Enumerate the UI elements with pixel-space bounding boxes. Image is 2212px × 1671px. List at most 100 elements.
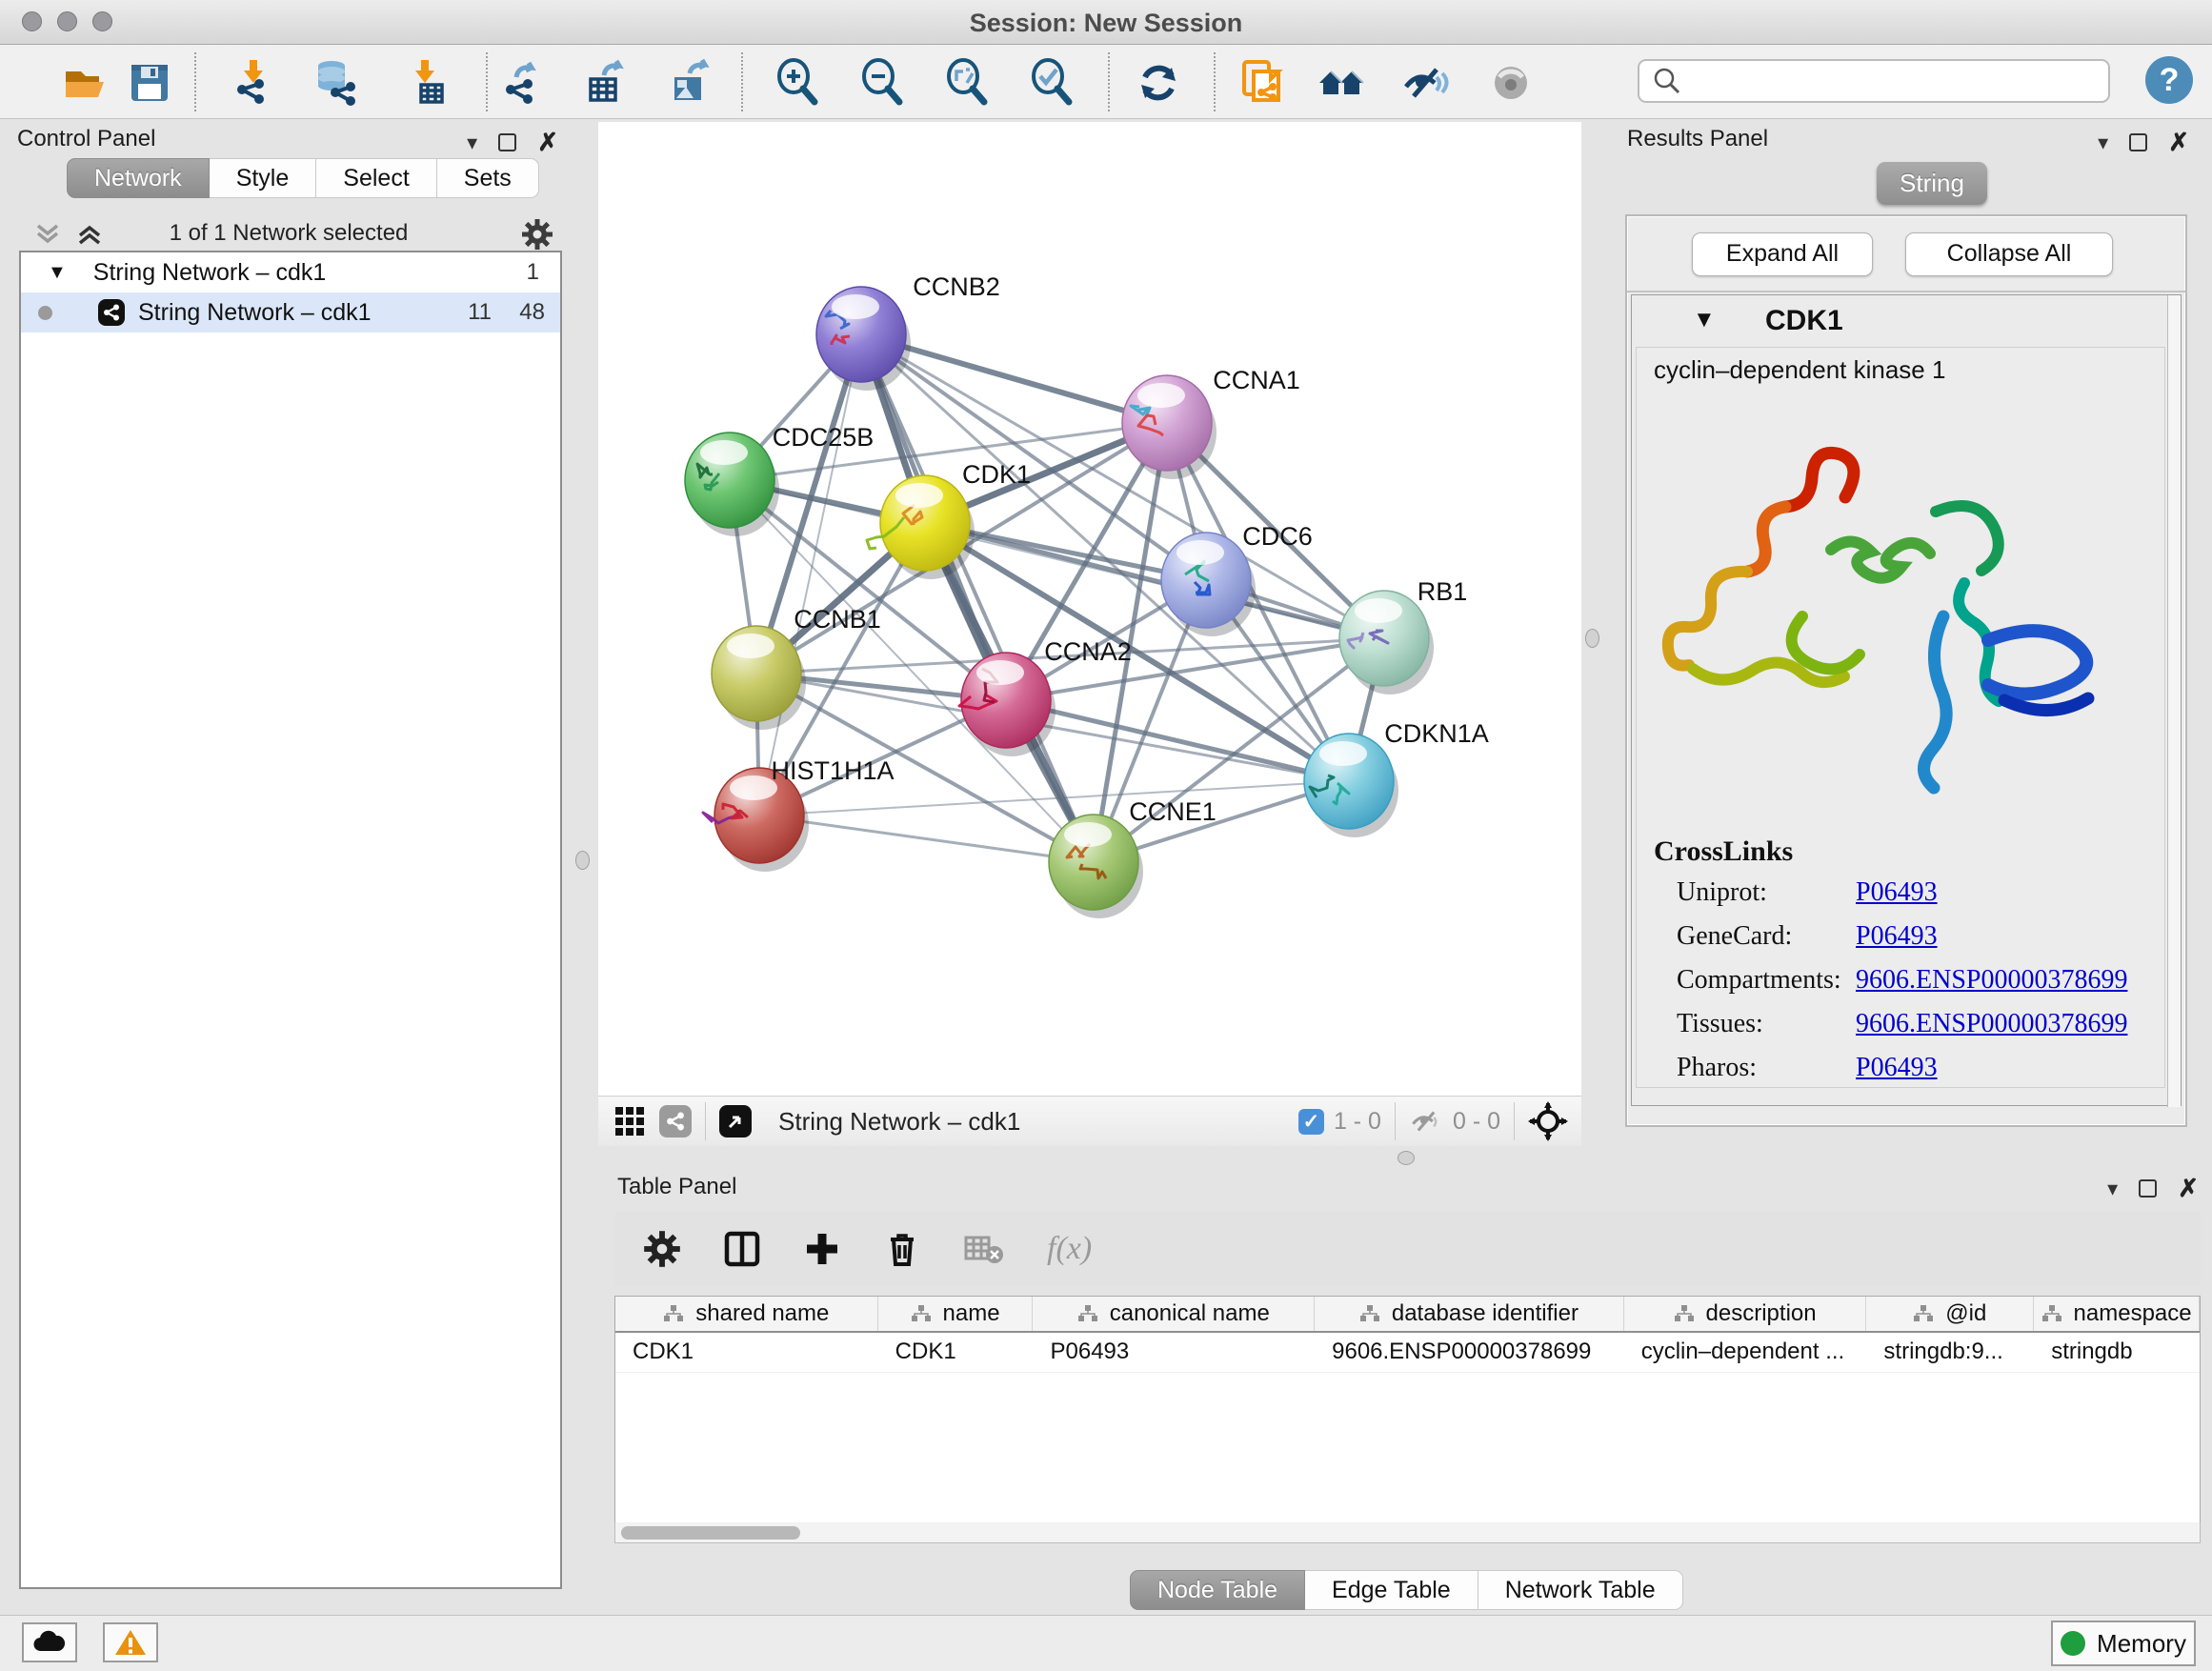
center-view-crosshair-icon[interactable] bbox=[1528, 1101, 1568, 1141]
delete-table-icon[interactable] bbox=[963, 1232, 1005, 1266]
birds-eye-view-icon[interactable] bbox=[719, 1105, 752, 1137]
table-cell[interactable]: stringdb bbox=[2034, 1333, 2200, 1372]
network-graph[interactable]: CCNB2CCNA1CDC25BCDK1CDC6RB1CCNB1CCNA2CDK… bbox=[598, 122, 1581, 1096]
import-network-icon[interactable] bbox=[229, 58, 278, 108]
network-edge-HIST1H1A-CCNE1[interactable] bbox=[759, 815, 1094, 862]
panel-float-icon[interactable] bbox=[2139, 1179, 2157, 1198]
import-table-icon[interactable] bbox=[400, 58, 450, 108]
crosslink-link[interactable]: P06493 bbox=[1856, 1053, 1938, 1083]
panel-close-icon[interactable]: ✗ bbox=[2168, 128, 2189, 157]
table-cell[interactable]: stringdb:9... bbox=[1866, 1333, 2034, 1372]
network-options-gear-icon[interactable] bbox=[521, 218, 553, 251]
bottom-splitter-handle[interactable] bbox=[1398, 1151, 1415, 1165]
right-splitter-handle[interactable] bbox=[1585, 629, 1599, 648]
export-table-icon[interactable] bbox=[583, 58, 633, 108]
export-image-icon[interactable] bbox=[667, 58, 716, 108]
column-header-@id[interactable]: @id bbox=[1866, 1297, 2034, 1331]
network-row-selected[interactable]: String Network – cdk1 11 48 bbox=[21, 292, 560, 332]
refresh-icon[interactable] bbox=[1134, 58, 1183, 108]
add-column-icon[interactable] bbox=[803, 1230, 841, 1268]
eye-icon[interactable] bbox=[1486, 58, 1536, 108]
save-session-icon[interactable] bbox=[125, 58, 174, 108]
open-session-icon[interactable] bbox=[61, 58, 111, 108]
panel-float-icon[interactable] bbox=[2129, 133, 2147, 151]
crosslink-link[interactable]: 9606.ENSP00000378699 bbox=[1856, 1009, 2127, 1039]
column-header-shared-name[interactable]: shared name bbox=[615, 1297, 878, 1331]
table-cell[interactable]: P06493 bbox=[1033, 1333, 1315, 1372]
cloud-button[interactable] bbox=[22, 1622, 77, 1662]
hide-unhide-icon[interactable] bbox=[1400, 58, 1450, 108]
left-splitter-handle[interactable] bbox=[575, 851, 590, 870]
column-header-name[interactable]: name bbox=[878, 1297, 1034, 1331]
node-CCNA2[interactable] bbox=[959, 653, 1056, 756]
import-network-from-database-icon[interactable] bbox=[311, 58, 360, 108]
panel-close-icon[interactable]: ✗ bbox=[537, 128, 558, 157]
warnings-button[interactable] bbox=[103, 1622, 158, 1662]
expand-all-button[interactable]: Expand All bbox=[1692, 232, 1873, 276]
table-horizontal-scrollbar[interactable] bbox=[614, 1522, 2201, 1543]
help-button[interactable]: ? bbox=[2145, 56, 2193, 104]
collapse-all-button[interactable]: Collapse All bbox=[1905, 232, 2113, 276]
export-network-icon[interactable] bbox=[499, 58, 549, 108]
search-input[interactable] bbox=[1689, 68, 2108, 94]
crosslink-link[interactable]: P06493 bbox=[1856, 877, 1938, 908]
panel-close-icon[interactable]: ✗ bbox=[2178, 1174, 2199, 1203]
tab-network-table[interactable]: Network Table bbox=[1478, 1570, 1683, 1610]
tab-select[interactable]: Select bbox=[316, 158, 436, 198]
tab-style[interactable]: Style bbox=[210, 158, 317, 198]
table-cell[interactable]: cyclin–dependent ... bbox=[1624, 1333, 1867, 1372]
zoom-in-icon[interactable] bbox=[774, 58, 823, 108]
column-header-description[interactable]: description bbox=[1624, 1297, 1867, 1331]
zoom-out-icon[interactable] bbox=[858, 58, 908, 108]
tab-node-table[interactable]: Node Table bbox=[1130, 1570, 1305, 1610]
crosslink-link[interactable]: 9606.ENSP00000378699 bbox=[1856, 965, 2127, 996]
network-collection-row[interactable]: ▼ String Network – cdk1 1 bbox=[21, 252, 560, 292]
show-columns-icon[interactable] bbox=[723, 1230, 761, 1268]
node-CCNB2[interactable] bbox=[816, 287, 911, 391]
node-CCNE1[interactable] bbox=[1049, 815, 1143, 918]
network-edge-CCNB2-CCNE1[interactable] bbox=[861, 334, 1094, 862]
network-edge-CDK1-RB1[interactable] bbox=[925, 523, 1384, 638]
node-RB1[interactable] bbox=[1339, 591, 1434, 695]
node-CDC25B[interactable] bbox=[685, 433, 779, 536]
results-scrollbar[interactable] bbox=[2167, 295, 2181, 1107]
grid-view-icon[interactable] bbox=[613, 1105, 646, 1137]
table-options-gear-icon[interactable] bbox=[643, 1230, 681, 1268]
tab-network[interactable]: Network bbox=[67, 158, 210, 198]
tree-expand-icon[interactable]: ▼ bbox=[48, 262, 67, 284]
column-header-namespace[interactable]: namespace bbox=[2034, 1297, 2200, 1331]
table-cell[interactable]: CDK1 bbox=[615, 1333, 878, 1372]
selected-checkbox-icon[interactable]: ✓ bbox=[1298, 1109, 1324, 1135]
table-cell[interactable]: CDK1 bbox=[878, 1333, 1034, 1372]
home-houses-icon[interactable] bbox=[1317, 58, 1366, 108]
table-row[interactable]: CDK1CDK1P064939606.ENSP00000378699cyclin… bbox=[615, 1333, 2200, 1373]
hidden-elements-icon[interactable] bbox=[1409, 1107, 1443, 1136]
node-CCNA1[interactable] bbox=[1122, 375, 1217, 479]
tab-sets[interactable]: Sets bbox=[437, 158, 539, 198]
collapse-gene-icon[interactable]: ▼ bbox=[1693, 307, 1716, 333]
panel-float-icon[interactable] bbox=[498, 133, 516, 151]
scrollbar-thumb[interactable] bbox=[621, 1526, 800, 1540]
zoom-fit-icon[interactable] bbox=[943, 58, 993, 108]
node-label-CDK1: CDK1 bbox=[962, 460, 1031, 489]
panel-menu-icon[interactable]: ▾ bbox=[2107, 1177, 2118, 1201]
column-header-database-identifier[interactable]: database identifier bbox=[1315, 1297, 1624, 1331]
clone-network-icon[interactable] bbox=[1238, 58, 1288, 108]
main-toolbar: ? bbox=[0, 45, 2212, 119]
delete-column-icon[interactable] bbox=[883, 1230, 921, 1268]
network-edge-CCNA2-CDKN1A[interactable] bbox=[1006, 700, 1349, 781]
node-CDKN1A[interactable] bbox=[1304, 734, 1398, 837]
crosslink-label: Pharos: bbox=[1677, 1053, 1757, 1082]
function-builder-icon[interactable]: f(x) bbox=[1047, 1231, 1092, 1267]
table-cell[interactable]: 9606.ENSP00000378699 bbox=[1315, 1333, 1624, 1372]
memory-button[interactable]: Memory bbox=[2051, 1621, 2196, 1666]
crosslink-link[interactable]: P06493 bbox=[1856, 921, 1938, 952]
results-tab-string[interactable]: String bbox=[1877, 162, 1987, 205]
tab-edge-table[interactable]: Edge Table bbox=[1305, 1570, 1478, 1610]
network-canvas[interactable]: CCNB2CCNA1CDC25BCDK1CDC6RB1CCNB1CCNA2CDK… bbox=[598, 122, 1581, 1096]
column-header-canonical-name[interactable]: canonical name bbox=[1033, 1297, 1315, 1331]
network-share-view-icon[interactable] bbox=[659, 1105, 692, 1137]
panel-menu-icon[interactable]: ▾ bbox=[467, 131, 477, 155]
panel-menu-icon[interactable]: ▾ bbox=[2098, 131, 2108, 155]
zoom-selected-icon[interactable] bbox=[1028, 58, 1077, 108]
